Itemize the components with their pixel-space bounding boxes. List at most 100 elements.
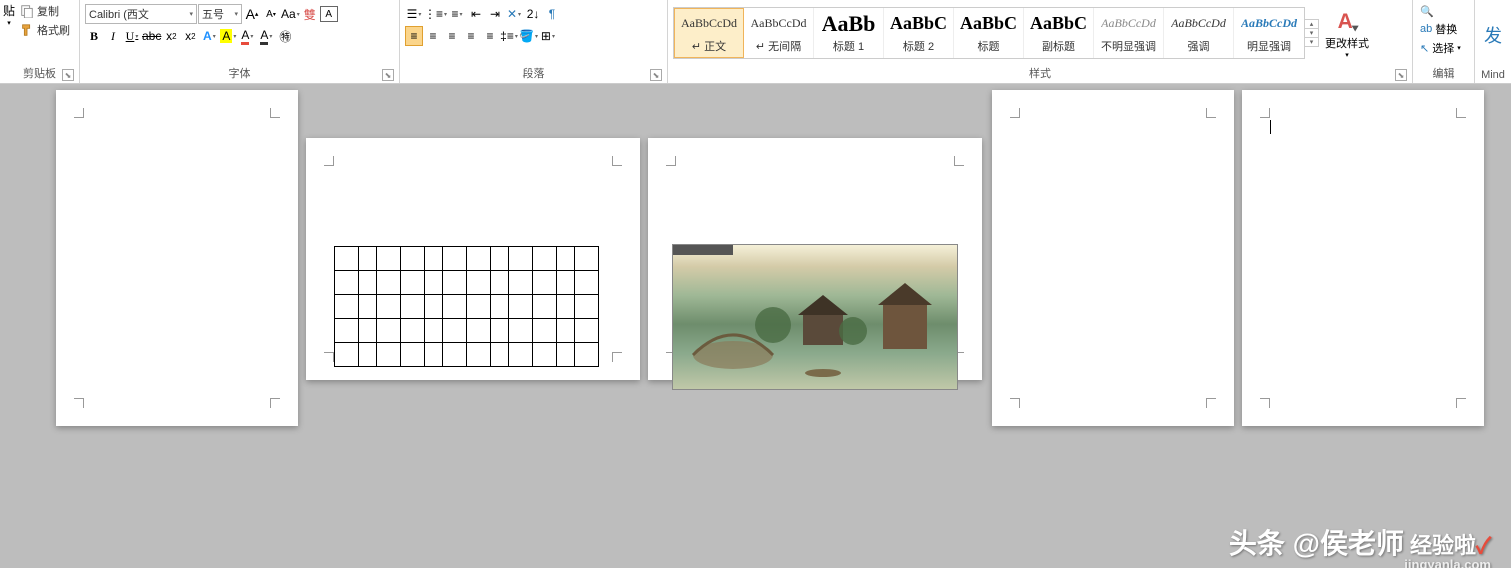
page-2-table[interactable] <box>334 246 599 367</box>
style-heading1[interactable]: AaBb 标题 1 <box>814 8 884 58</box>
show-marks-button[interactable]: ¶ <box>543 4 561 24</box>
change-styles-icon: A <box>1333 7 1361 35</box>
text-cursor <box>1270 120 1271 134</box>
style-subtle-em[interactable]: AaBbCcDd 不明显强调 <box>1094 8 1164 58</box>
bullets-button[interactable]: ☰ <box>405 4 423 24</box>
copy-button[interactable]: 复制 <box>17 2 73 20</box>
asian-icon: ✕ <box>507 7 517 21</box>
indent-dec-button[interactable]: ⇤ <box>467 4 485 24</box>
select-icon: ↖ <box>1420 42 1429 55</box>
format-painter-button[interactable]: 格式刷 <box>17 21 73 39</box>
gallery-more[interactable]: ▾ <box>1305 38 1318 46</box>
page-5[interactable] <box>1242 90 1484 426</box>
style-preview: AaBbC <box>890 12 947 36</box>
line-spacing-button[interactable]: ‡≡ <box>500 26 518 46</box>
align-justify-button[interactable]: ≡ <box>462 26 480 46</box>
style-name: 明显强调 <box>1247 38 1291 54</box>
check-icon: ✓ <box>1476 533 1491 558</box>
indent-inc-button[interactable]: ⇥ <box>486 4 504 24</box>
replace-icon: ab <box>1420 23 1432 35</box>
align-center-button[interactable]: ≡ <box>424 26 442 46</box>
bold-button[interactable]: B <box>85 26 103 46</box>
clipboard-group-label: 剪贴板 ⬊ <box>3 63 76 83</box>
editing-group: 🔍 查找 ab 替换 ↖ 选择▾ 编辑 <box>1413 0 1475 83</box>
style-preview: AaBbCcDd <box>1171 12 1226 36</box>
align-distribute-button[interactable]: ≡ <box>481 26 499 46</box>
align-center-icon: ≡ <box>429 29 436 43</box>
font-launcher-icon[interactable]: ⬊ <box>382 69 394 81</box>
page-1[interactable] <box>56 90 298 426</box>
highlight-button[interactable]: A <box>219 26 237 46</box>
strike-button[interactable]: abc <box>142 26 161 46</box>
subscript-button[interactable]: x2 <box>162 26 180 46</box>
font-color-button[interactable]: A <box>238 26 256 46</box>
style-name: ↵ 正文 <box>692 38 726 54</box>
sort-icon: 2↓ <box>527 7 540 21</box>
page-3[interactable] <box>648 138 982 380</box>
grow-font-button[interactable]: A▴ <box>243 4 261 24</box>
align-left-button[interactable]: ≡ <box>405 26 423 46</box>
watermark: 头条 @侯老师 经验啦✓ jingyanla.com <box>1229 522 1491 562</box>
shrink-font-button[interactable]: A▾ <box>262 4 280 24</box>
style-nospacing[interactable]: AaBbCcDd ↵ 无间隔 <box>744 8 814 58</box>
asian-layout-button[interactable]: ✕ <box>505 4 523 24</box>
sort-button[interactable]: 2↓ <box>524 4 542 24</box>
superscript-button[interactable]: x2 <box>181 26 199 46</box>
enclose-button[interactable]: ㊕ <box>276 26 294 46</box>
borders-button[interactable]: ⊞ <box>539 26 557 46</box>
paragraph-launcher-icon[interactable]: ⬊ <box>650 69 662 81</box>
style-name: 强调 <box>1188 38 1210 54</box>
text-effect-button[interactable]: A <box>200 26 218 46</box>
styles-group-label: 样式 ⬊ <box>671 63 1409 83</box>
change-styles-label: 更改样式 <box>1325 35 1369 51</box>
styles-launcher-icon[interactable]: ⬊ <box>1395 69 1407 81</box>
font-group-label: 字体 ⬊ <box>83 63 396 83</box>
style-title[interactable]: AaBbC 标题 <box>954 8 1024 58</box>
style-name: 标题 1 <box>833 38 864 54</box>
page-4[interactable] <box>992 90 1234 426</box>
style-name: 副标题 <box>1042 38 1075 54</box>
style-emphasis[interactable]: AaBbCcDd 强调 <box>1164 8 1234 58</box>
svg-text:A: A <box>1338 10 1353 33</box>
select-label: 选择 <box>1432 40 1454 56</box>
select-button[interactable]: ↖ 选择▾ <box>1418 39 1463 57</box>
copy-icon <box>20 4 34 18</box>
change-case-button[interactable]: Aa <box>281 4 300 24</box>
replace-label: 替换 <box>1435 21 1457 37</box>
font-name-combo[interactable]: Calibri (西文▾ <box>85 4 197 24</box>
page-2[interactable] <box>306 138 640 380</box>
mind-group-label: Mind <box>1478 67 1508 83</box>
editing-group-label: 编辑 <box>1416 63 1471 83</box>
gallery-up[interactable]: ▴ <box>1305 20 1318 29</box>
para-shading-button[interactable]: 🪣 <box>519 26 538 46</box>
document-canvas[interactable]: 头条 @侯老师 经验啦✓ jingyanla.com <box>0 84 1511 568</box>
bullets-icon: ☰ <box>407 7 418 21</box>
format-label: 格式刷 <box>37 22 70 38</box>
paste-button[interactable]: 贴 ▾ <box>3 2 15 39</box>
line-spacing-icon: ‡≡ <box>500 29 514 43</box>
align-right-icon: ≡ <box>448 29 455 43</box>
style-preview: AaBbCcDd <box>1101 12 1156 36</box>
font-size-combo[interactable]: 五号▾ <box>198 4 242 24</box>
page-3-image[interactable] <box>672 244 958 390</box>
replace-button[interactable]: ab 替换 <box>1418 20 1463 38</box>
underline-button[interactable]: U <box>123 26 141 46</box>
style-intense-em[interactable]: AaBbCcDd 明显强调 <box>1234 8 1304 58</box>
italic-button[interactable]: I <box>104 26 122 46</box>
align-right-button[interactable]: ≡ <box>443 26 461 46</box>
char-shading-button[interactable]: A <box>257 26 275 46</box>
align-left-icon: ≡ <box>410 29 417 43</box>
style-heading2[interactable]: AaBbC 标题 2 <box>884 8 954 58</box>
char-border-button[interactable]: A <box>320 6 338 22</box>
multilevel-button[interactable]: ≡ <box>448 4 466 24</box>
gallery-down[interactable]: ▾ <box>1305 29 1318 38</box>
indent-icon: ⇥ <box>490 7 500 21</box>
clipboard-launcher-icon[interactable]: ⬊ <box>62 69 74 81</box>
mind-icon[interactable]: 发 <box>1484 22 1502 48</box>
find-button[interactable]: 🔍 查找 <box>1418 4 1463 19</box>
style-subtitle[interactable]: AaBbC 副标题 <box>1024 8 1094 58</box>
style-normal[interactable]: AaBbCcDd ↵ 正文 <box>674 8 744 58</box>
phonetic-button[interactable]: 雙 <box>301 4 319 24</box>
change-styles-button[interactable]: A 更改样式 ▾ <box>1325 7 1369 59</box>
numbering-button[interactable]: ⋮≡ <box>424 4 447 24</box>
